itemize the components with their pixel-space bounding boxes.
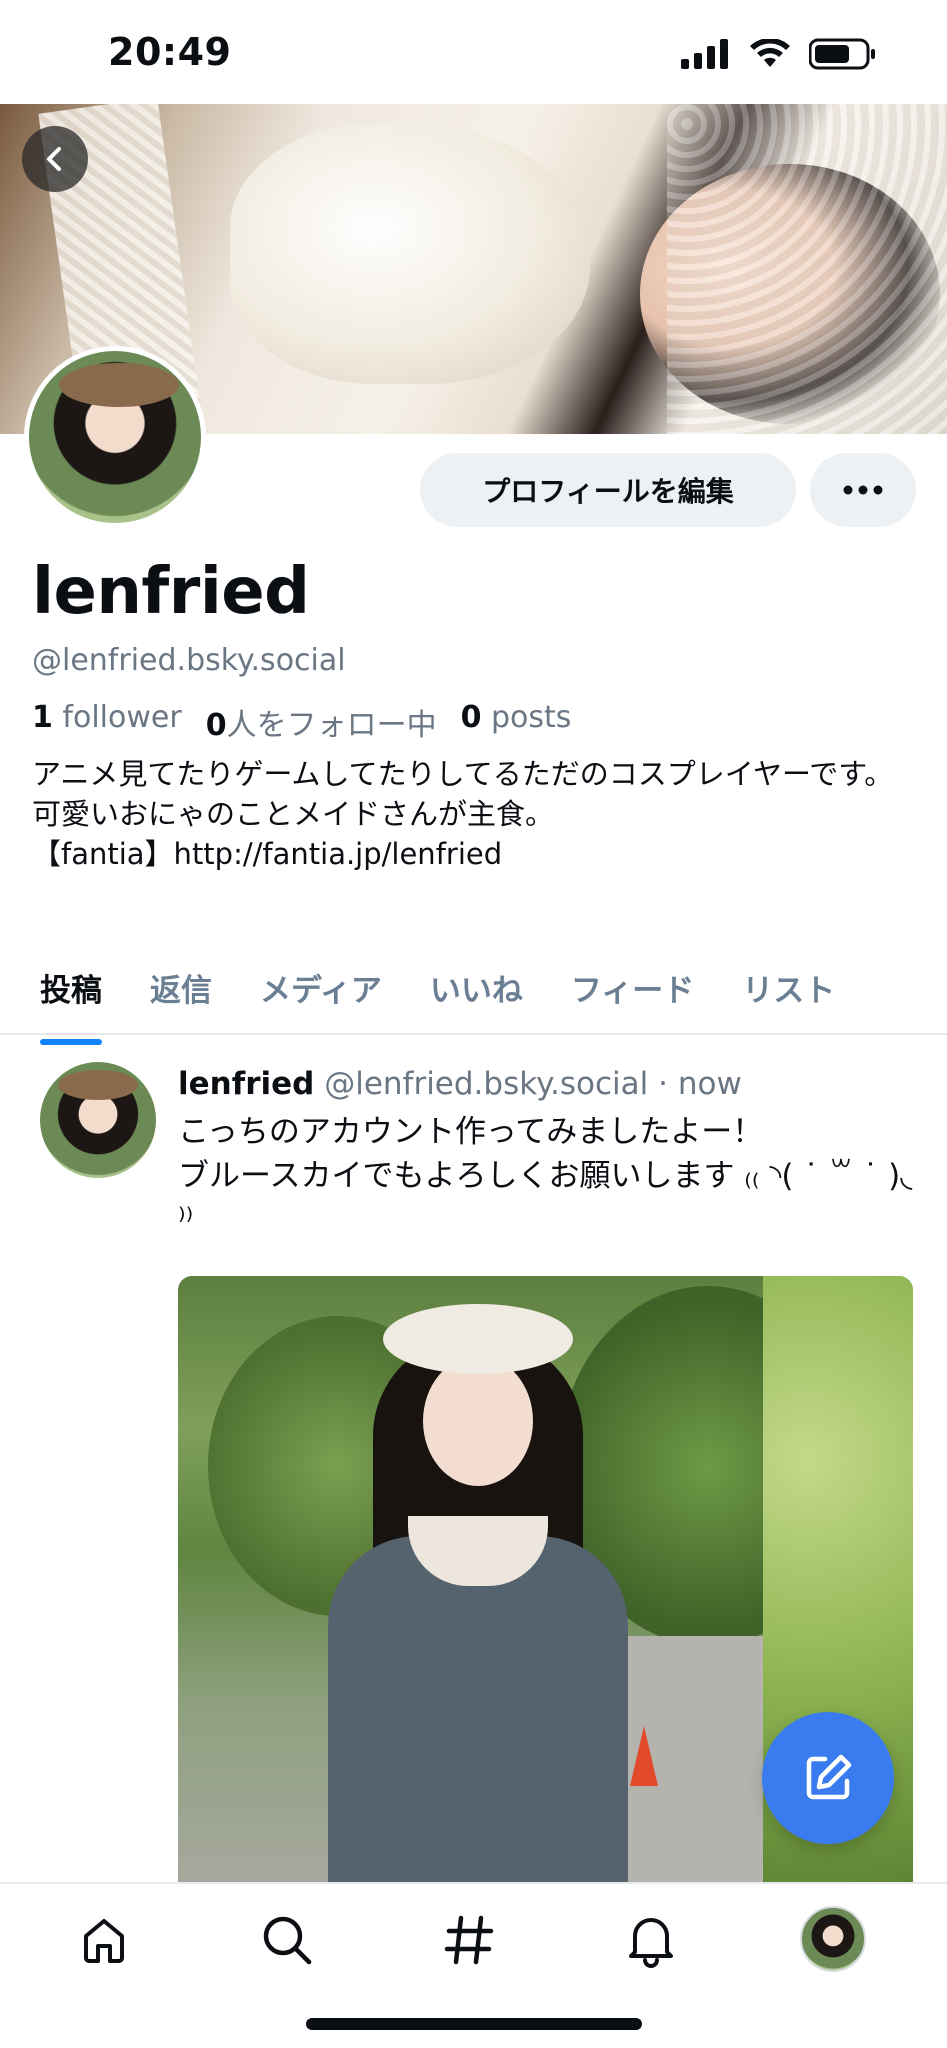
following-label: 人をフォロー中 (226, 708, 437, 743)
image-detail (630, 1726, 658, 1786)
posts-stat: 0 posts (461, 700, 572, 744)
image-detail (328, 1536, 628, 1886)
post-timestamp[interactable]: now (678, 1066, 742, 1102)
tab-feeds[interactable]: フィード (571, 955, 694, 1033)
more-options-button[interactable] (810, 453, 916, 527)
nav-home[interactable] (72, 1908, 136, 1972)
nav-notifications[interactable] (619, 1908, 683, 1972)
banner-detail (667, 104, 947, 434)
edit-profile-button[interactable]: プロフィールを編集 (420, 453, 796, 527)
post-text: こっちのアカウント作ってみましたよー！ ブルースカイでもよろしくお願いします ₍… (178, 1114, 913, 1238)
compose-icon (806, 1754, 852, 1800)
followers-count: 1 (32, 700, 53, 735)
home-indicator[interactable] (306, 2018, 642, 2030)
post-header: lenfried @lenfried.bsky.social · now (178, 1066, 742, 1102)
post-author-name[interactable]: lenfried (178, 1066, 314, 1102)
image-detail (423, 1356, 533, 1486)
tab-lists[interactable]: リスト (742, 955, 835, 1033)
image-detail (383, 1304, 573, 1374)
following-stat[interactable]: 0人をフォロー中 (206, 700, 437, 744)
wifi-icon (750, 39, 790, 67)
battery-icon (809, 38, 875, 70)
nav-feeds[interactable] (437, 1908, 501, 1972)
chevron-left-icon (47, 147, 61, 171)
tab-media[interactable]: メディア (260, 955, 382, 1033)
status-time: 20:49 (108, 30, 232, 74)
followers-stat[interactable]: 1 follower (32, 700, 182, 744)
back-button[interactable] (22, 126, 88, 192)
profile-avatar[interactable] (24, 346, 206, 528)
status-icons (681, 38, 877, 70)
avatar-detail (59, 363, 179, 407)
followers-label: follower (62, 700, 182, 735)
post-author-avatar[interactable] (40, 1062, 156, 1178)
ellipsis-icon (843, 485, 883, 495)
compose-button[interactable] (762, 1712, 894, 1844)
profile-bio: アニメ見てたりゲームしてたりしてるただのコスプレイヤーです。 可愛いおにゃのこと… (32, 757, 894, 871)
posts-count: 0 (460, 700, 482, 735)
search-icon (263, 1916, 312, 1965)
posts-label: posts (491, 700, 572, 735)
home-icon (84, 1919, 124, 1963)
display-name: lenfried (32, 555, 310, 629)
post-separator: · (658, 1066, 668, 1102)
tab-replies[interactable]: 返信 (150, 955, 212, 1033)
nav-profile-avatar[interactable] (800, 1906, 866, 1972)
tab-likes[interactable]: いいね (430, 955, 523, 1033)
status-bar: 20:49 (0, 0, 947, 104)
post-author-handle[interactable]: @lenfried.bsky.social (324, 1066, 648, 1102)
profile-stats: 1 follower 0人をフォロー中 0 posts (32, 700, 571, 744)
profile-tabs: 投稿 返信 メディア いいね フィード リスト (0, 955, 947, 1045)
tab-posts[interactable]: 投稿 (40, 955, 102, 1045)
banner-detail (230, 124, 590, 384)
signal-icon (681, 39, 728, 69)
nav-search[interactable] (255, 1908, 319, 1972)
hash-icon (444, 1915, 494, 1965)
avatar-detail (58, 1070, 138, 1100)
following-count: 0 (205, 708, 227, 743)
profile-handle: @lenfried.bsky.social (32, 643, 346, 678)
bell-icon (629, 1918, 673, 1968)
